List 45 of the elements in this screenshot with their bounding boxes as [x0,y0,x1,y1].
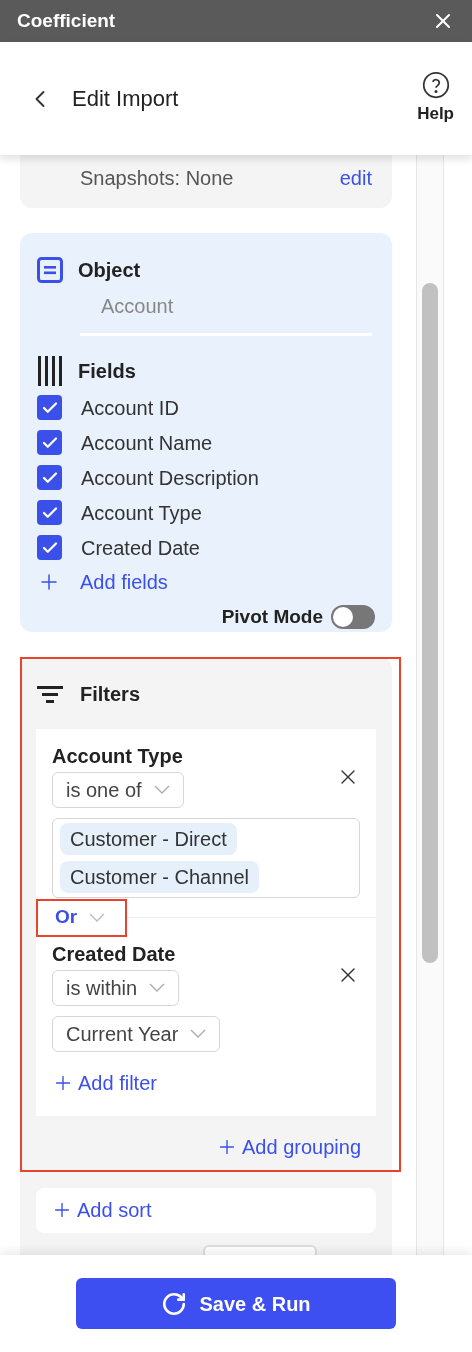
pivot-mode-toggle[interactable] [331,605,375,630]
field-name: Account Name [81,430,213,456]
checkbox[interactable] [37,430,62,455]
scrollbar-thumb[interactable] [422,283,438,963]
chevron-icon [153,785,170,794]
add-grouping-button[interactable]: Add grouping [216,1131,361,1162]
field-name: Account Description [81,465,259,491]
checkbox[interactable] [37,535,62,560]
edit-link[interactable]: edit [339,166,372,190]
object-value: Account [101,294,175,319]
add-filter-button[interactable]: Add filter [52,1067,157,1098]
fields-label: Fields [78,359,136,384]
value-chip: Customer - Direct [60,822,237,855]
field-name: Account ID [81,395,179,421]
value-chip: Customer - Channel [60,860,259,893]
object-icon [37,257,63,283]
filters-label: Filters [80,681,141,707]
dropdown[interactable]: is one of [52,771,184,808]
chevron-icon [190,1029,207,1038]
fields-icon [37,356,63,386]
snapshots-text: Snapshots: None [80,166,234,190]
app-title: Coefficient [17,8,116,33]
pivot-mode-label: Pivot Mode [221,605,323,629]
save-run-button[interactable]: Save & Run [76,1278,396,1329]
help-button[interactable]: Help [417,70,454,127]
filter-icon [37,683,63,704]
values-field[interactable]: Customer - Direct Customer - Channel [52,817,360,898]
dropdown[interactable]: is within [52,969,180,1006]
object-label: Object [78,258,141,283]
add-sort-button[interactable]: Add sort [36,1187,376,1233]
checkbox[interactable] [37,395,62,420]
checkbox[interactable] [37,465,62,490]
add-fields-button[interactable]: Add fields [37,567,375,597]
page-title: Edit Import [72,85,179,113]
refresh-icon [161,1290,188,1317]
field-name: Created Date [81,535,200,561]
chevron-icon [149,983,166,992]
chevron-icon [89,913,106,922]
field-name: Account Type [81,500,202,526]
help-icon [421,70,450,99]
connector-dropdown[interactable]: Or [36,898,127,937]
checkbox[interactable] [37,500,62,525]
filter-field-label: Created Date [52,941,177,966]
filter-field-label: Account Type [52,743,184,768]
dropdown[interactable]: Current Year [52,1015,221,1052]
